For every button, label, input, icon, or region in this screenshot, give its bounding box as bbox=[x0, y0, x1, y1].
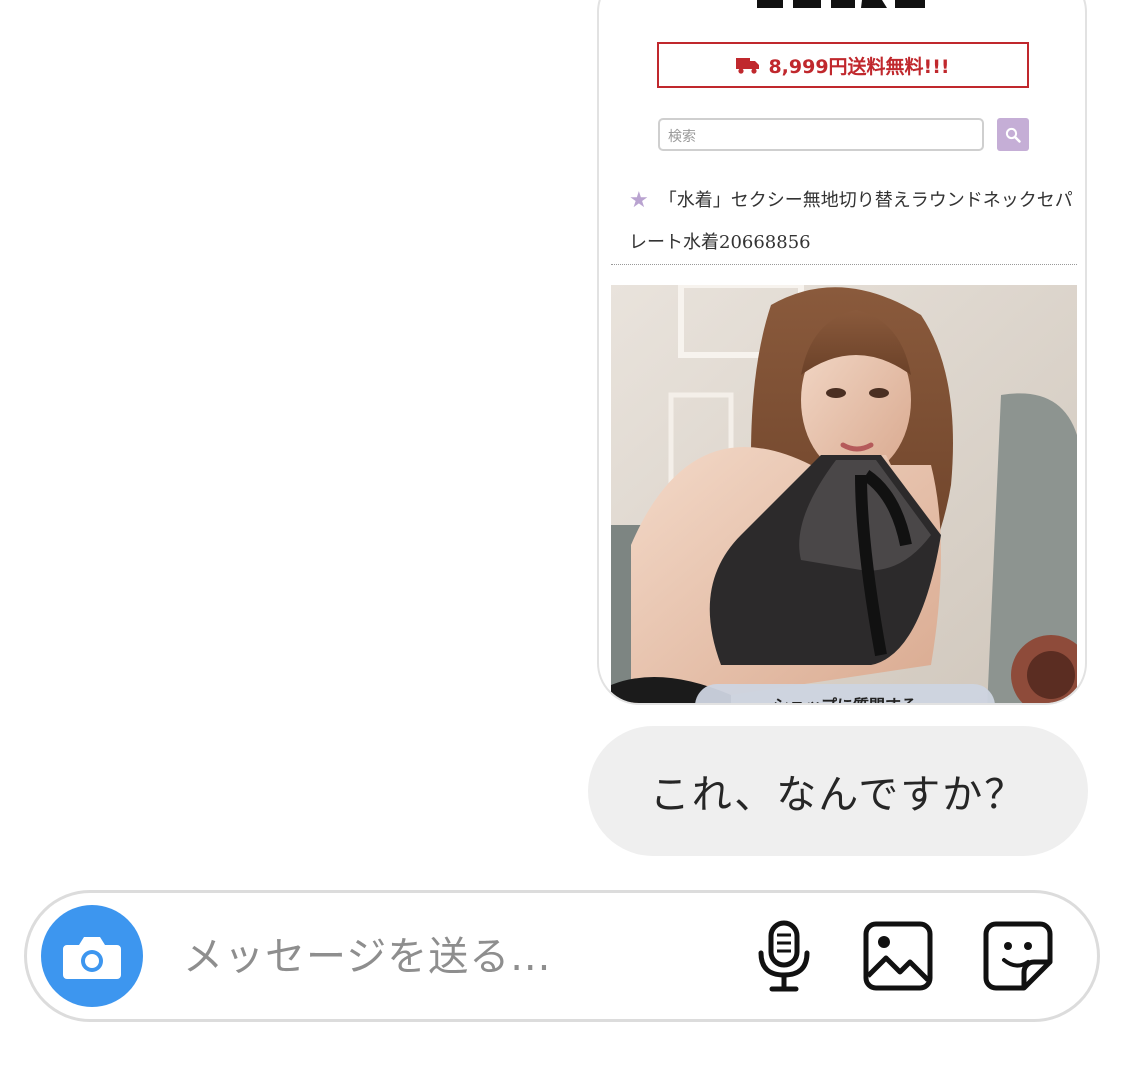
star-icon: ★ bbox=[629, 188, 649, 213]
shop-search-button[interactable] bbox=[997, 118, 1029, 151]
shop-logo bbox=[749, 0, 939, 8]
message-text: これ、なんですか？ bbox=[649, 772, 1027, 818]
sticker-button[interactable] bbox=[981, 919, 1055, 993]
message-composer: メッセージを送る... bbox=[24, 890, 1100, 1022]
message-input-placeholder: メッセージを送る... bbox=[183, 934, 552, 980]
divider bbox=[611, 264, 1077, 265]
product-title-text: 「水着」セクシー無地切り替えラウンドネックセパレート水着20668856 bbox=[629, 190, 1073, 253]
microphone-button[interactable] bbox=[747, 919, 821, 993]
message-input[interactable]: メッセージを送る... bbox=[183, 927, 703, 987]
product-title: ★ 「水着」セクシー無地切り替えラウンドネックセパレート水着20668856 bbox=[629, 180, 1079, 264]
message-bubble[interactable]: これ、なんですか？ bbox=[588, 726, 1088, 856]
shop-search-bar: 検索 bbox=[657, 117, 1031, 153]
free-shipping-banner[interactable]: 8,999円送料無料!!! bbox=[657, 42, 1029, 88]
gallery-icon bbox=[863, 921, 933, 991]
free-shipping-text: 8,999円送料無料!!! bbox=[768, 55, 950, 78]
shop-search-placeholder: 検索 bbox=[668, 129, 696, 145]
shared-card-content: 8,999円送料無料!!! 検索 ★ 「水着」セクシー無地切り替えラウンドネックセ… bbox=[599, 0, 1085, 703]
sticker-icon bbox=[983, 921, 1053, 991]
dm-thread: 8,999円送料無料!!! 検索 ★ 「水着」セクシー無地切り替えラウンドネックセ… bbox=[0, 0, 1124, 1073]
truck-icon bbox=[736, 56, 760, 74]
ask-shop-button[interactable]: ショップに質問する bbox=[695, 684, 995, 703]
product-photo[interactable] bbox=[611, 285, 1077, 703]
microphone-icon bbox=[758, 920, 810, 992]
ask-shop-label: ショップに質問する bbox=[773, 692, 917, 703]
search-icon bbox=[1005, 127, 1021, 143]
gallery-button[interactable] bbox=[861, 919, 935, 993]
camera-icon bbox=[63, 937, 121, 979]
shared-product-card[interactable]: 8,999円送料無料!!! 検索 ★ 「水着」セクシー無地切り替えラウンドネックセ… bbox=[597, 0, 1087, 705]
camera-button[interactable] bbox=[41, 905, 143, 1007]
shop-search-input[interactable]: 検索 bbox=[658, 118, 984, 151]
